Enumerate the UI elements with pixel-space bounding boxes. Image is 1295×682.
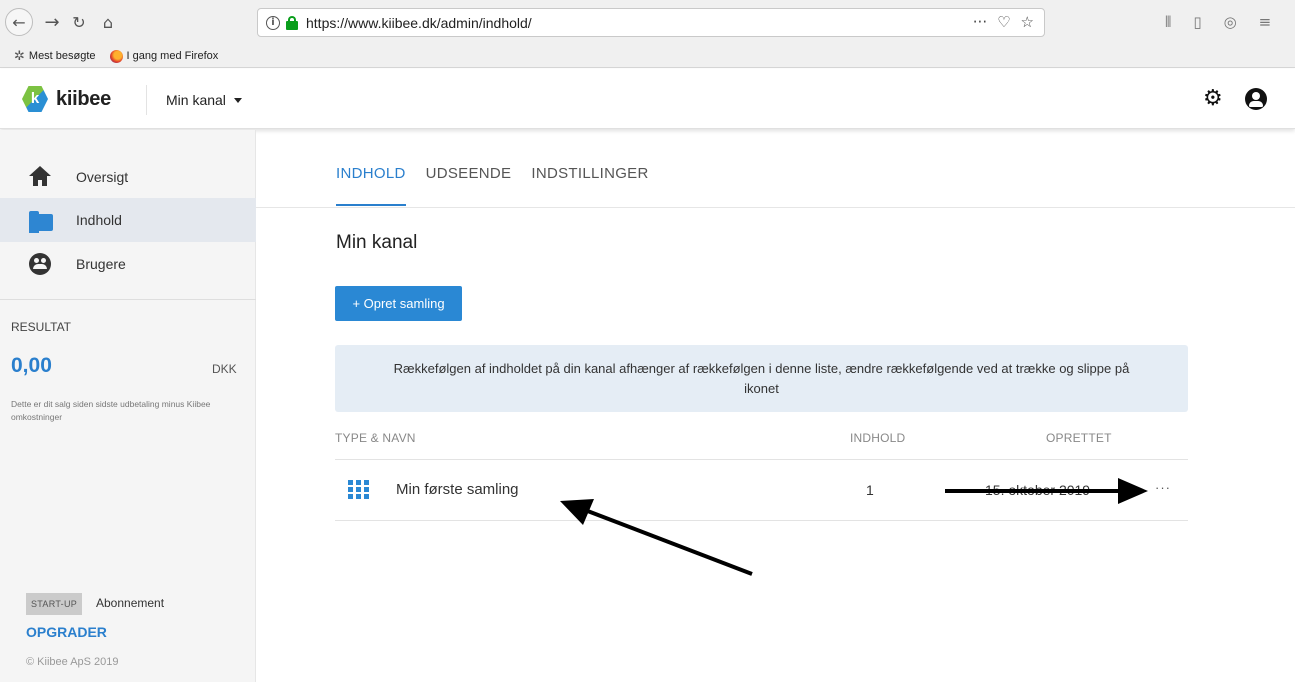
collection-name-link[interactable]: Min første samling <box>396 481 519 498</box>
browser-toolbar: ← → ↻ ⌂ i https://www.kiibee.dk/admin/in… <box>0 0 1295 68</box>
bookmark-getting-started[interactable]: I gang med Firefox <box>109 49 219 63</box>
forward-icon[interactable]: → <box>38 8 66 36</box>
content-tabs: INDHOLD UDSEENDE INDSTILLINGER <box>336 165 649 206</box>
collection-created: 15. oktober 2019 <box>985 482 1091 498</box>
account-icon[interactable]: ◎ <box>1224 13 1237 31</box>
url-actions: ··· ♡ ☆ <box>973 13 1034 31</box>
tab-udseende[interactable]: UDSEENDE <box>426 165 512 204</box>
home-button-icon[interactable]: ⌂ <box>94 8 122 36</box>
url-bar[interactable]: i https://www.kiibee.dk/admin/indhold/ ·… <box>257 8 1045 37</box>
logo-text: kiibee <box>56 87 111 110</box>
folder-icon <box>28 208 53 233</box>
arrow-to-collection-name <box>560 499 753 576</box>
pocket-icon[interactable]: ♡ <box>997 13 1010 31</box>
lock-icon <box>286 15 298 30</box>
settings-gear-icon[interactable]: ⚙ <box>1203 88 1225 110</box>
page-actions-icon[interactable]: ··· <box>973 13 987 31</box>
logo[interactable]: k kiibee <box>22 86 111 112</box>
result-amount: 0,00 <box>11 354 52 377</box>
result-note: Dette er dit salg siden sidste udbetalin… <box>11 399 211 422</box>
tabs-divider <box>256 207 1295 208</box>
library-icon[interactable]: ⫴ <box>1165 13 1171 31</box>
bookmark-label: Mest besøgte <box>28 50 96 62</box>
sidebar-item-label: Brugere <box>76 256 126 272</box>
info-icon[interactable]: i <box>266 15 280 30</box>
bookmark-star-icon[interactable]: ☆ <box>1021 13 1034 31</box>
tab-indstillinger[interactable]: INDSTILLINGER <box>531 165 648 204</box>
create-collection-button[interactable]: + Opret samling <box>335 286 462 321</box>
page-title: Min kanal <box>336 232 418 253</box>
sidebar-toggle-icon[interactable]: ▯ <box>1193 13 1201 31</box>
info-box: Rækkefølgen af indholdet på din kanal af… <box>335 345 1188 412</box>
sidebar-item-label: Indhold <box>76 212 122 228</box>
channel-select-label: Min kanal <box>166 92 226 108</box>
sidebar-item-indhold[interactable]: Indhold <box>0 198 256 242</box>
bookmark-label: I gang med Firefox <box>126 50 219 62</box>
menu-icon[interactable]: ≡ <box>1259 13 1272 31</box>
sidebar-divider <box>0 299 256 300</box>
copyright: © Kiibee ApS 2019 <box>26 656 119 668</box>
gear-icon: ✲ <box>14 48 25 64</box>
drag-grid-icon[interactable] <box>348 480 370 500</box>
bookmarks-bar: ✲ Mest besøgte I gang med Firefox <box>0 45 218 67</box>
plan-label: Abonnement <box>96 596 165 610</box>
header-divider <box>146 85 147 115</box>
table-divider <box>335 520 1188 521</box>
info-text: Rækkefølgen af indholdet på din kanal af… <box>393 360 1130 396</box>
column-header-created: OPRETTET <box>1046 431 1112 445</box>
sidebar-item-oversigt[interactable]: Oversigt <box>0 155 256 199</box>
sidebar-item-label: Oversigt <box>76 169 129 185</box>
kiibee-logo-icon: k <box>22 86 48 112</box>
caret-down-icon <box>233 97 242 103</box>
collection-count: 1 <box>866 482 874 498</box>
upgrade-link[interactable]: OPGRADER <box>26 624 107 640</box>
column-header-count: INDHOLD <box>850 431 906 445</box>
user-icon[interactable] <box>1245 88 1267 110</box>
url-text[interactable]: https://www.kiibee.dk/admin/indhold/ <box>306 15 532 31</box>
back-icon[interactable]: ← <box>5 8 33 36</box>
firefox-icon <box>109 49 123 63</box>
column-header-type-name: TYPE & NAVN <box>335 431 416 445</box>
result-currency: DKK <box>212 362 237 376</box>
browser-right-tools: ⫴ ▯ ◎ ≡ <box>1165 13 1271 31</box>
users-icon <box>28 252 52 276</box>
tab-indhold[interactable]: INDHOLD <box>336 165 406 206</box>
reload-icon[interactable]: ↻ <box>65 8 93 36</box>
more-options-icon[interactable]: ··· <box>1155 480 1171 495</box>
app-header: k kiibee Min kanal ⚙ <box>0 69 1295 129</box>
bookmark-most-visited[interactable]: ✲ Mest besøgte <box>14 49 96 64</box>
channel-select[interactable]: Min kanal <box>166 92 242 108</box>
header-icons: ⚙ <box>1203 88 1267 110</box>
sidebar: Oversigt Indhold Brugere RESULTAT 0,00 D… <box>0 130 256 682</box>
plan-badge: START-UP <box>26 593 83 615</box>
result-label: RESULTAT <box>11 320 72 334</box>
home-icon <box>28 165 52 189</box>
sidebar-item-brugere[interactable]: Brugere <box>0 242 256 286</box>
table-divider <box>335 459 1188 460</box>
